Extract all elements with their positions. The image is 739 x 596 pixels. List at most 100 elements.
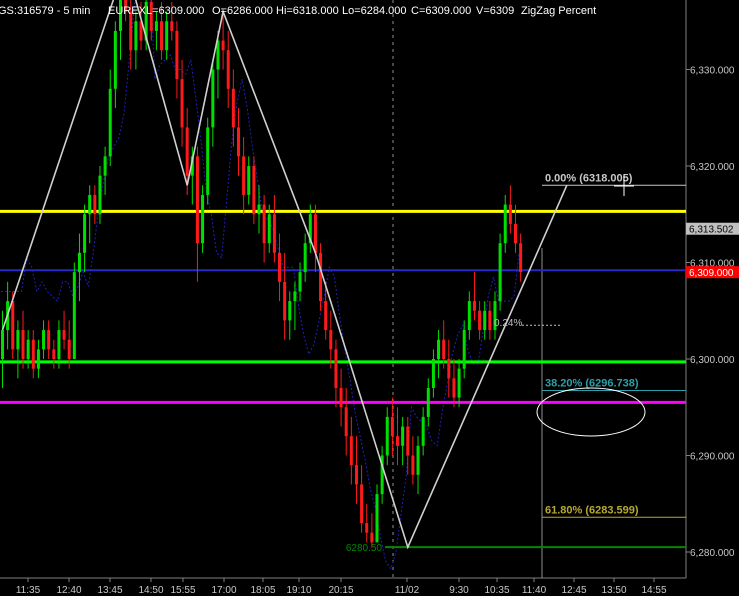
candle-body [349, 436, 353, 466]
candle-body [88, 194, 92, 215]
candle-body [103, 156, 107, 176]
candle-body [324, 301, 328, 331]
candle-body [175, 30, 179, 80]
price-chart[interactable]: 6341.006280.50 0.24% 0.00% (6318.005)38.… [0, 0, 739, 596]
candle-body [257, 204, 261, 215]
header-last: L=6309.000 [146, 5, 204, 17]
candle-body [457, 368, 461, 398]
x-tick-label: 12:40 [56, 585, 81, 596]
candle-body [72, 272, 76, 359]
candle-body [498, 243, 502, 302]
header-open: O=6286.000 [212, 5, 273, 17]
zigzag-pct-label: 0.24% [494, 318, 522, 329]
candle-body [77, 252, 81, 273]
candle-body [401, 426, 405, 446]
candle-body [21, 330, 25, 359]
candle-body [272, 214, 276, 253]
price-tag-label: 6,309.000 [689, 268, 734, 279]
candle-body [98, 175, 102, 215]
price-tag-label: 6,313.502 [689, 225, 734, 236]
candle-body [503, 204, 507, 244]
x-tick-label: 11/02 [395, 585, 420, 596]
candle-body [134, 21, 138, 51]
fib-label: 61.80% (6283.599) [545, 504, 639, 516]
candle-body [42, 330, 46, 350]
candle-body [206, 127, 210, 195]
candle-body [195, 156, 199, 244]
candle-body [390, 416, 394, 437]
candle-body [416, 445, 420, 475]
candle-body [360, 484, 364, 524]
header-high: Hi=6318.000 [276, 5, 339, 17]
candle-body [154, 21, 158, 31]
candle-body [298, 272, 302, 292]
y-tick-label: 6,300.000 [690, 355, 735, 366]
header-low: Lo=6284.000 [342, 5, 407, 17]
x-tick-label: 17:00 [211, 585, 236, 596]
candle-body [113, 30, 117, 89]
candle-body [344, 407, 348, 437]
candle [206, 117, 210, 205]
candle-body [242, 156, 246, 195]
candle-body [170, 21, 174, 31]
candle-body [370, 532, 374, 543]
candle-body [303, 243, 307, 273]
candle-body [483, 310, 487, 331]
candle-body [252, 166, 256, 215]
candle-body [83, 214, 87, 253]
candle-body [442, 339, 446, 359]
x-tick-label: 19:10 [286, 585, 311, 596]
candle-body [319, 252, 323, 302]
candle-body [488, 310, 492, 331]
candle-body [11, 301, 15, 350]
candle-body [365, 523, 369, 533]
candle-body [447, 359, 451, 379]
x-tick-label: 9:30 [449, 585, 469, 596]
candle [319, 243, 323, 311]
candle-body [1, 330, 4, 359]
candle [201, 185, 205, 253]
candle-body [57, 330, 61, 359]
candle-body [16, 330, 20, 350]
candle-body [67, 339, 71, 359]
candle-body [47, 330, 51, 350]
candle-body [221, 40, 225, 51]
candle-body [406, 426, 410, 456]
x-tick-label: 12:45 [561, 585, 586, 596]
candle [498, 233, 502, 311]
x-tick-label: 11:35 [16, 585, 41, 596]
price-tag-gray: 6,313.502 [686, 222, 739, 236]
y-tick-label: 6,320.000 [690, 162, 735, 173]
x-tick-label: 14:50 [138, 585, 163, 596]
candle-body [313, 214, 317, 253]
candle-body [519, 243, 523, 273]
candle-body [129, 11, 133, 51]
candle-body [201, 194, 205, 244]
candle-body [334, 349, 338, 388]
candle-body [431, 359, 435, 388]
candle-body [396, 436, 400, 446]
candle-body [62, 330, 66, 340]
candle-body [478, 310, 482, 331]
candle-body [278, 252, 282, 282]
candle-body [283, 281, 287, 321]
candle-body [185, 127, 189, 176]
header-info: GS:316579 - 5 min EUREX L=6309.000 O=628… [0, 5, 596, 17]
header-indicator: ZigZag Percent [521, 5, 596, 17]
candle-body [411, 455, 415, 475]
candle-body [26, 339, 30, 359]
candle-body [329, 330, 333, 350]
x-tick-label: 13:45 [97, 585, 122, 596]
candle-body [231, 88, 235, 128]
y-tick-label: 6,330.000 [690, 66, 735, 77]
x-tick-label: 10:35 [484, 585, 509, 596]
candle-body [467, 301, 471, 331]
candle-body [31, 339, 35, 369]
x-tick-label: 20:15 [328, 585, 353, 596]
candle-body [36, 349, 40, 369]
candle-body [236, 127, 240, 157]
candle-body [165, 21, 169, 51]
x-tick-label: 15:55 [170, 585, 195, 596]
candle-body [508, 204, 512, 224]
y-tick-label: 6,280.000 [690, 548, 735, 559]
